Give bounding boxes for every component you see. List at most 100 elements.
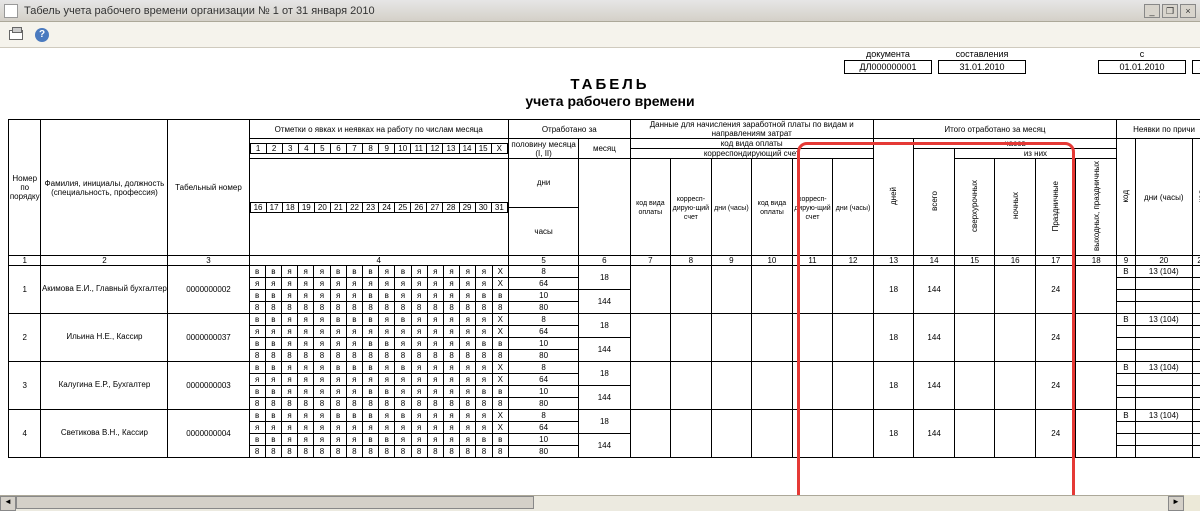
header-label-doc: документа xyxy=(866,48,910,60)
cell-mark: 8 xyxy=(411,398,427,410)
cell-mark: я xyxy=(395,326,411,338)
restore-button[interactable]: ❐ xyxy=(1162,4,1178,18)
cell-mark: я xyxy=(395,278,411,290)
cell-pay xyxy=(792,362,833,410)
cell-mark: я xyxy=(281,326,297,338)
cell-abs-days xyxy=(1135,446,1192,458)
header-label-date: составления xyxy=(956,48,1009,60)
cell-mark: я xyxy=(427,410,443,422)
cell-mark: я xyxy=(346,386,362,398)
cell-mark: я xyxy=(411,362,427,374)
report-viewport[interactable]: документа ДЛ000000001 составления 31.01.… xyxy=(0,48,1200,495)
cell-mark: я xyxy=(460,374,476,386)
cell-mark: я xyxy=(460,266,476,278)
cell-abs-days xyxy=(1135,374,1192,386)
cell-mark: я xyxy=(460,290,476,302)
cell-mark: я xyxy=(281,374,297,386)
cell-month: 144 xyxy=(579,386,630,410)
cell-mark: я xyxy=(411,314,427,326)
cell-mark: в xyxy=(265,362,281,374)
cell-mark: 8 xyxy=(395,302,411,314)
cell-pay xyxy=(711,314,752,362)
horizontal-scrollbar[interactable]: ◄ ► xyxy=(0,495,1184,511)
cell-tot-all: 144 xyxy=(914,410,955,458)
cell-name: Калугина Е.Р., Бухгалтер xyxy=(41,362,168,410)
cell-tot-all: 144 xyxy=(914,266,955,314)
cell-mark: я xyxy=(427,314,443,326)
cell-abs-days: 13 (104) xyxy=(1135,314,1192,326)
cell-mark: 8 xyxy=(362,350,378,362)
cell-mark: в xyxy=(249,314,265,326)
cell-mark: я xyxy=(460,278,476,290)
cell-mark: я xyxy=(427,266,443,278)
scroll-track[interactable] xyxy=(16,496,1168,511)
cell-mark: в xyxy=(265,266,281,278)
help-button[interactable]: ? xyxy=(32,25,52,45)
cell-mark: в xyxy=(379,290,395,302)
cell-mark: я xyxy=(476,374,492,386)
cell-mark: я xyxy=(443,422,459,434)
cell-mark: я xyxy=(314,314,330,326)
cell-mark: я xyxy=(443,374,459,386)
cell-mark: я xyxy=(443,434,459,446)
scroll-right-button[interactable]: ► xyxy=(1168,496,1184,511)
cell-mark: я xyxy=(281,410,297,422)
cell-mark: я xyxy=(330,278,346,290)
cell-mark: я xyxy=(330,326,346,338)
cell-abs-code2 xyxy=(1192,398,1200,410)
cell-tot-all: 144 xyxy=(914,314,955,362)
cell-mark: в xyxy=(330,266,346,278)
window-titlebar: Табель учета рабочего времени организаци… xyxy=(0,0,1200,22)
cell-mark: я xyxy=(427,422,443,434)
cell-mark: 8 xyxy=(476,302,492,314)
cell-pay xyxy=(630,362,671,410)
cell-rownum: 2 xyxy=(9,314,41,362)
cell-mark: 8 xyxy=(443,446,459,458)
cell-rownum: 4 xyxy=(9,410,41,458)
print-button[interactable] xyxy=(6,25,26,45)
cell-mark: 8 xyxy=(346,398,362,410)
column-numbers-row: 12345678910111213141516171892021 xyxy=(9,256,1200,266)
cell-mark: я xyxy=(346,278,362,290)
timesheet-table: Номер по порядку Фамилия, инициалы, долж… xyxy=(8,119,1200,458)
cell-tot-weekend xyxy=(1076,266,1117,314)
cell-mark: я xyxy=(476,410,492,422)
cell-name: Ильина Н.Е., Кассир xyxy=(41,314,168,362)
cell-mark: я xyxy=(460,410,476,422)
cell-mark: в xyxy=(395,314,411,326)
cell-abs-code2 xyxy=(1192,290,1200,302)
cell-mark: я xyxy=(281,278,297,290)
minimize-button[interactable]: _ xyxy=(1144,4,1160,18)
scroll-thumb[interactable] xyxy=(16,496,534,509)
scroll-left-button[interactable]: ◄ xyxy=(0,496,16,511)
cell-abs-days xyxy=(1135,434,1192,446)
cell-mark: я xyxy=(314,290,330,302)
cell-abs-code2 xyxy=(1192,386,1200,398)
cell-mark: я xyxy=(314,422,330,434)
cell-mark: я xyxy=(314,338,330,350)
cell-mark: в xyxy=(362,362,378,374)
cell-month: 144 xyxy=(579,434,630,458)
cell-mark: я xyxy=(298,362,314,374)
cell-mark: я xyxy=(314,326,330,338)
cell-abs-code2 xyxy=(1192,422,1200,434)
cell-pay xyxy=(833,410,874,458)
close-button[interactable]: × xyxy=(1180,4,1196,18)
cell-mark: 8 xyxy=(298,446,314,458)
cell-mark: я xyxy=(395,338,411,350)
help-icon: ? xyxy=(35,28,49,42)
cell-mark: я xyxy=(330,338,346,350)
cell-mark: я xyxy=(427,326,443,338)
window-title: Табель учета рабочего времени организаци… xyxy=(24,5,1142,17)
cell-mark: я xyxy=(346,290,362,302)
hdr-days-lbl: дни xyxy=(508,159,578,208)
cell-abs-days xyxy=(1135,290,1192,302)
hdr-absence: Неявки по причи xyxy=(1117,120,1200,139)
cell-mark: Х xyxy=(492,326,508,338)
cell-mark: 8 xyxy=(265,302,281,314)
cell-mark: в xyxy=(265,338,281,350)
cell-mark: я xyxy=(281,314,297,326)
cell-mark: я xyxy=(265,374,281,386)
cell-mark: 8 xyxy=(281,446,297,458)
cell-mark: 8 xyxy=(460,302,476,314)
